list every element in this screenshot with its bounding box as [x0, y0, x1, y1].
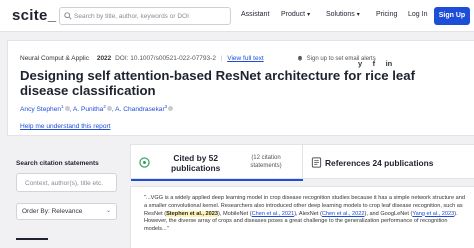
search-input[interactable]: [74, 8, 224, 24]
scite-logo[interactable]: scite_: [12, 7, 56, 24]
cited-by-count: Cited by 52 publications: [171, 153, 220, 173]
author-name: Ancy Stephen: [20, 106, 62, 114]
search-icon: [64, 12, 72, 20]
paper-meta: Neural Comput & Applic 2022 DOI: 10.1007…: [20, 55, 264, 62]
author-list: Ancy Stephen1, A. Punitha2, A. Chandrase…: [20, 104, 174, 114]
references-icon: [311, 157, 322, 168]
chevron-down-icon: ▾: [356, 12, 360, 18]
tab-references[interactable]: References 24 publications: [303, 145, 474, 180]
meta-separator: |: [220, 55, 223, 62]
author-affiliation-number: 3: [164, 104, 168, 109]
highlighted-citation[interactable]: Stephen et al., 2023: [166, 210, 218, 217]
nav-product[interactable]: Product ▾: [281, 11, 310, 18]
snippet-text: ), AlexNet (: [294, 210, 322, 217]
order-by-value: Order By: Relevance: [22, 208, 83, 215]
citation-link[interactable]: Chen et al., 2021: [252, 211, 295, 217]
search-citations-heading: Search citation statements: [16, 160, 99, 167]
nav-assistant-label: Assistant: [241, 11, 270, 18]
paper-year: 2022: [96, 55, 112, 62]
context-search-input[interactable]: [25, 176, 115, 190]
order-by-select[interactable]: Order By: Relevance ⌄: [16, 203, 117, 220]
citation-link[interactable]: Chen et al., 2022: [322, 211, 365, 217]
snippet-text: ), MobileNet (: [218, 210, 252, 217]
paper-title: Designing self attention-based ResNet ar…: [20, 68, 415, 98]
nav-pricing-label: Pricing: [376, 11, 398, 18]
chevron-down-icon: ⌄: [105, 208, 111, 214]
linkedin-share-icon[interactable]: in: [386, 59, 393, 68]
citation-statements-count: (12 citation statements): [243, 155, 289, 170]
author-affiliation-number: 1: [61, 104, 64, 109]
chevron-down-icon: ▾: [307, 12, 311, 18]
author-info-icon: [106, 106, 112, 112]
statements-line-1: (12 citation: [251, 155, 281, 161]
tab-cited-by[interactable]: Cited by 52 publications (12 citation st…: [131, 145, 303, 181]
author-name: A. Chandrasekar: [115, 106, 165, 114]
nav-login-label: Log In: [408, 11, 428, 18]
journal-name: Neural Comput & Applic: [20, 55, 90, 62]
twitter-share-icon[interactable]: y: [358, 59, 362, 68]
citation-link[interactable]: Yang et al., 2023: [412, 211, 454, 217]
author-name: A. Punitha: [72, 106, 104, 114]
cited-by-publications: publications: [171, 163, 221, 173]
citation-tabs: Cited by 52 publications (12 citation st…: [130, 144, 474, 181]
nav-product-label: Product: [281, 11, 306, 18]
nav-solutions[interactable]: Solutions ▾: [326, 11, 360, 18]
statements-line-2: statements): [250, 162, 282, 169]
nav-pricing[interactable]: Pricing: [376, 11, 397, 18]
author-affiliation-number: 2: [103, 104, 106, 109]
context-search-box[interactable]: [16, 173, 117, 192]
citation-statement-card: "...VGG is a widely applied deep learnin…: [130, 186, 474, 248]
snippet-text: ), and GoogLeNet (: [364, 210, 413, 217]
paper-header-card: Neural Comput & Applic 2022 DOI: 10.1007…: [7, 40, 474, 136]
author-link[interactable]: Ancy Stephen1: [20, 104, 70, 114]
facebook-share-icon[interactable]: f: [373, 59, 376, 68]
references-label: References 24 publications: [325, 158, 434, 168]
help-understand-link[interactable]: Help me understand this report: [20, 123, 111, 130]
search-box[interactable]: [59, 7, 231, 25]
author-info-icon: [168, 106, 174, 112]
section-divider: [16, 238, 48, 240]
nav-solutions-label: Solutions: [326, 11, 355, 18]
view-full-text-link[interactable]: View full text: [227, 55, 263, 62]
author-info-icon: [64, 106, 70, 112]
citation-statement-text: "...VGG is a widely applied deep learnin…: [144, 195, 466, 234]
top-nav: scite_ Assistant Product▾ Solutions▾ Pri…: [0, 0, 474, 32]
nav-login[interactable]: Log In: [408, 11, 427, 18]
bell-icon: [297, 55, 303, 61]
author-link[interactable]: A. Chandrasekar3: [115, 104, 174, 114]
active-tab-indicator: [131, 179, 303, 181]
paper-doi[interactable]: DOI: 10.1007/s00521-022-07793-2: [115, 55, 216, 62]
author-link[interactable]: A. Punitha2: [72, 104, 112, 114]
nav-assistant[interactable]: Assistant: [241, 11, 269, 18]
signup-button[interactable]: Sign Up: [434, 7, 470, 25]
cited-by-icon: [139, 157, 150, 168]
cited-by-number: Cited by 52: [173, 153, 218, 163]
